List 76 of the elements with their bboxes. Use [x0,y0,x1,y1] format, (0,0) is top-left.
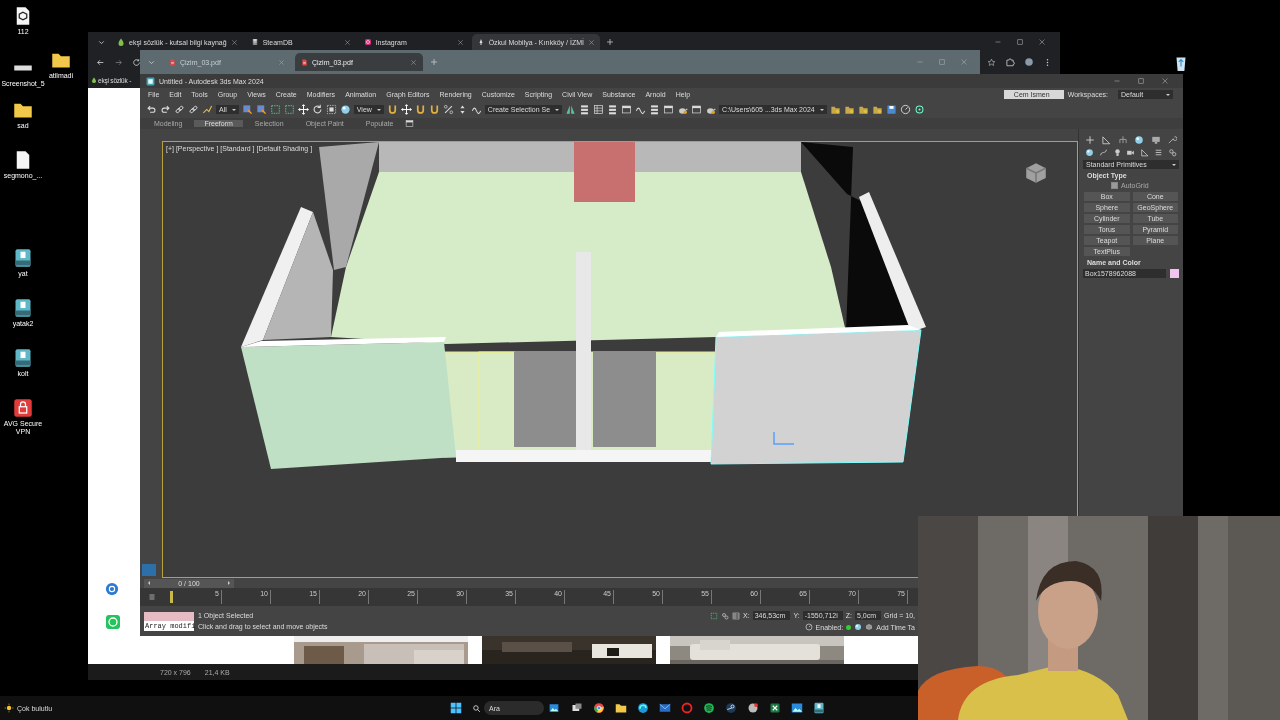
close-icon[interactable] [1161,77,1169,85]
phone-icon[interactable] [105,582,119,596]
layers-icon[interactable] [607,104,619,115]
close-icon[interactable] [410,58,417,66]
orbit-icon[interactable] [913,104,925,115]
geometry-icon[interactable] [1085,148,1094,157]
max-file-icon[interactable] [13,298,33,318]
region-select-icon[interactable] [269,104,281,115]
site-icon [363,38,372,46]
game-store-icon[interactable] [725,702,737,714]
listener-box [144,611,194,621]
vpn-app-icon[interactable] [13,398,33,418]
scale-icon[interactable] [325,104,337,115]
open-folder-icon[interactable] [843,104,855,115]
max-app-icon[interactable] [813,702,825,714]
pdf-file-icon [301,58,308,66]
shapes-icon[interactable] [1098,148,1108,157]
search-icon[interactable] [472,703,481,713]
save-folder-icon[interactable] [857,104,869,115]
reload-icon[interactable] [132,57,141,67]
current-frame-marker[interactable] [170,591,173,603]
close-icon[interactable] [343,38,351,46]
profile-avatar-icon[interactable] [1024,57,1034,67]
gauge-icon[interactable] [899,104,911,115]
chat-app-icon[interactable] [747,702,759,714]
display-icon[interactable] [1150,135,1161,145]
opera-browser-icon[interactable] [681,702,693,714]
project-folder-icon[interactable] [829,104,841,115]
move-icon[interactable] [297,104,309,115]
rotate-icon[interactable] [311,104,323,115]
weather-icon[interactable] [4,703,14,713]
file-explorer-icon[interactable] [615,702,627,714]
light-icon[interactable] [1112,148,1122,157]
color-swatch[interactable] [1170,269,1179,278]
enabled-indicator [846,624,852,630]
mirror-icon[interactable] [565,104,577,115]
maximize-icon[interactable] [1016,38,1024,46]
create-icon[interactable] [1085,135,1095,145]
share-folder-icon[interactable] [871,104,883,115]
site-icon [91,77,97,83]
camera-icon[interactable] [1126,148,1136,157]
mail-icon[interactable] [659,702,671,714]
spreadsheet-icon[interactable] [769,702,781,714]
maximize-icon[interactable] [1137,77,1145,85]
new-tab-icon[interactable] [605,38,614,46]
undo-icon[interactable] [146,104,157,115]
max-file-icon[interactable] [13,248,33,268]
bookmark-star-icon[interactable] [987,57,996,67]
site-icon [250,38,259,46]
save-icon[interactable] [885,104,897,115]
extensions-icon[interactable] [1005,57,1015,67]
pdf-file-icon [169,58,176,66]
select-icon[interactable] [241,104,253,115]
close-icon[interactable] [1038,38,1046,46]
link-icon[interactable] [174,104,185,115]
music-app-icon[interactable] [703,702,715,714]
close-icon[interactable] [456,38,464,46]
edge-browser-icon[interactable] [637,702,649,714]
max-file-icon[interactable] [13,348,33,368]
close-icon[interactable] [587,38,595,46]
back-icon[interactable] [96,57,105,67]
start-icon[interactable] [450,702,462,714]
hierarchy-icon[interactable] [1117,135,1128,145]
site-icon [117,38,125,46]
snap-icon[interactable] [414,104,426,115]
redo-icon[interactable] [160,104,171,115]
app-logo-icon [146,76,155,86]
close-icon[interactable] [230,38,238,46]
task-view-icon[interactable] [571,702,583,714]
angle-snap-icon[interactable] [428,104,440,115]
forward-icon[interactable] [114,57,123,67]
layer-table-icon[interactable] [593,104,605,115]
percent-snap-icon[interactable] [442,104,454,115]
photos-icon[interactable] [791,702,803,714]
browser-icon[interactable] [593,702,605,714]
view-cube-icon[interactable] [1023,160,1049,186]
